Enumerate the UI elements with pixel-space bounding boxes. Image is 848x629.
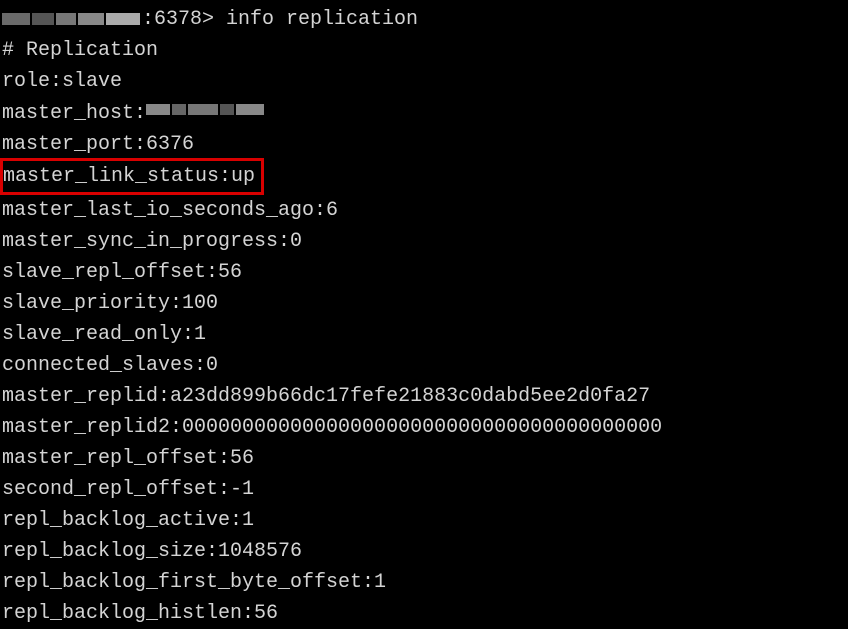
output-repl-backlog-histlen: repl_backlog_histlen:56 (2, 598, 846, 629)
prompt-line: :6378> info replication (2, 4, 846, 35)
output-master-host: master_host: (2, 97, 846, 129)
command-text[interactable]: info replication (226, 8, 418, 31)
master-host-key: master_host: (2, 102, 146, 125)
output-master-port: master_port:6376 (2, 129, 846, 160)
output-role: role:slave (2, 66, 846, 97)
output-connected-slaves: connected_slaves:0 (2, 350, 846, 381)
output-master-replid2: master_replid2:0000000000000000000000000… (2, 412, 846, 443)
output-master-repl-offset: master_repl_offset:56 (2, 443, 846, 474)
output-master-link-status: master_link_status:up (2, 160, 846, 195)
output-slave-read-only: slave_read_only:1 (2, 319, 846, 350)
output-master-sync: master_sync_in_progress:0 (2, 226, 846, 257)
output-slave-priority: slave_priority:100 (2, 288, 846, 319)
output-master-last-io: master_last_io_seconds_ago:6 (2, 195, 846, 226)
prompt-port: :6378> (142, 8, 214, 31)
output-slave-repl-offset: slave_repl_offset:56 (2, 257, 846, 288)
output-master-replid: master_replid:a23dd899b66dc17fefe21883c0… (2, 381, 846, 412)
output-header: # Replication (2, 35, 846, 66)
output-repl-backlog-first-byte: repl_backlog_first_byte_offset:1 (2, 567, 846, 598)
output-second-repl-offset: second_repl_offset:-1 (2, 474, 846, 505)
redacted-host (146, 95, 266, 126)
output-repl-backlog-active: repl_backlog_active:1 (2, 505, 846, 536)
highlight-box: master_link_status:up (0, 158, 264, 195)
output-repl-backlog-size: repl_backlog_size:1048576 (2, 536, 846, 567)
redacted-ip (2, 4, 142, 35)
